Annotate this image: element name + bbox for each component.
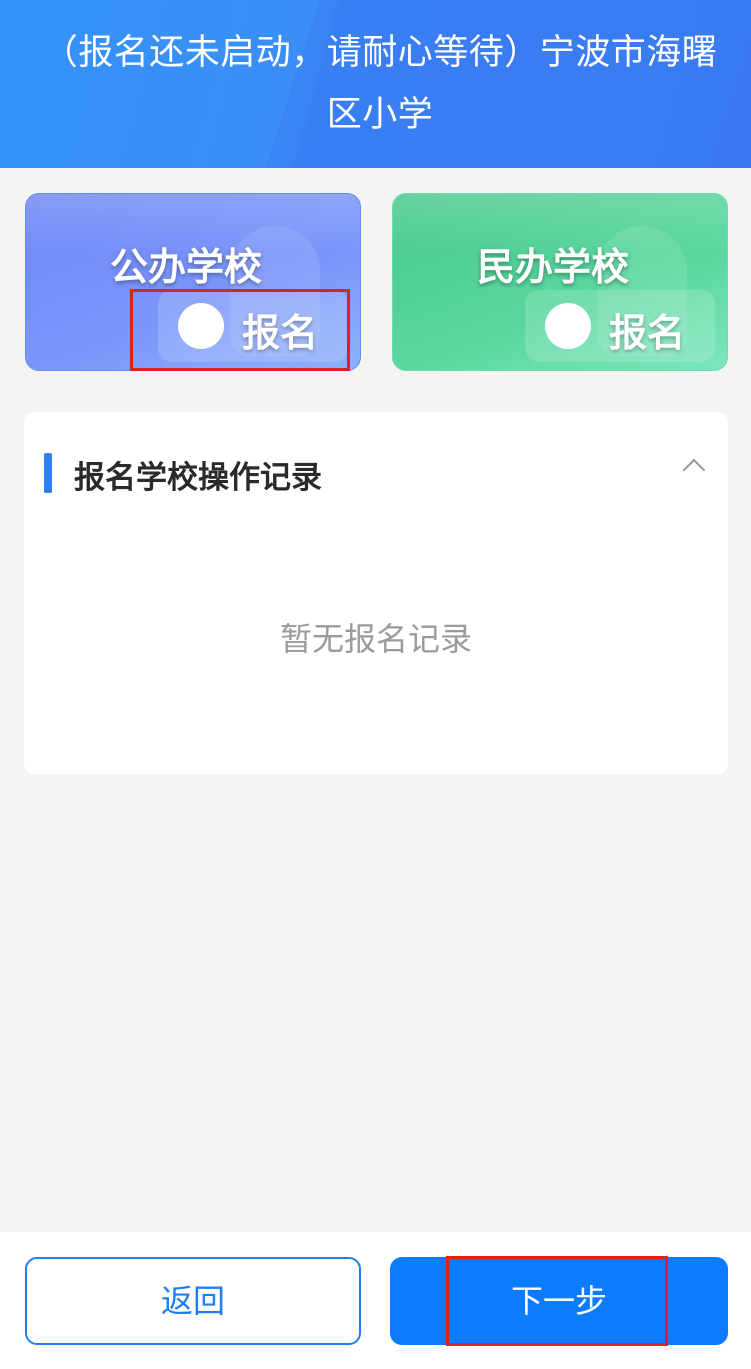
- footer-bar: 返回 下一步: [0, 1232, 751, 1369]
- empty-records-text: 暂无报名记录: [279, 620, 472, 658]
- public-school-card[interactable]: 公办学校 报名: [25, 193, 361, 371]
- page-title: （报名还未启动，请耐心等待）宁波市海曙区小学: [42, 33, 718, 135]
- records-title: 报名学校操作记录: [74, 460, 322, 496]
- public-school-title: 公办学校: [110, 245, 263, 289]
- circle-icon: [545, 303, 591, 349]
- circle-icon: [178, 303, 224, 349]
- private-school-card[interactable]: 民办学校 报名: [392, 193, 728, 371]
- private-school-title: 民办学校: [477, 245, 630, 289]
- public-school-enroll-button[interactable]: 报名: [158, 290, 348, 362]
- section-accent-bar: [44, 453, 52, 493]
- private-school-enroll-button[interactable]: 报名: [525, 290, 715, 362]
- page-header: （报名还未启动，请耐心等待）宁波市海曙区小学: [0, 0, 751, 168]
- next-step-button[interactable]: 下一步: [390, 1257, 728, 1345]
- enroll-records-panel: 报名学校操作记录 暂无报名记录: [24, 412, 728, 774]
- chevron-up-icon[interactable]: [682, 458, 706, 482]
- enroll-label: 报名: [242, 311, 319, 355]
- enroll-label: 报名: [609, 311, 686, 355]
- back-button[interactable]: 返回: [25, 1257, 361, 1345]
